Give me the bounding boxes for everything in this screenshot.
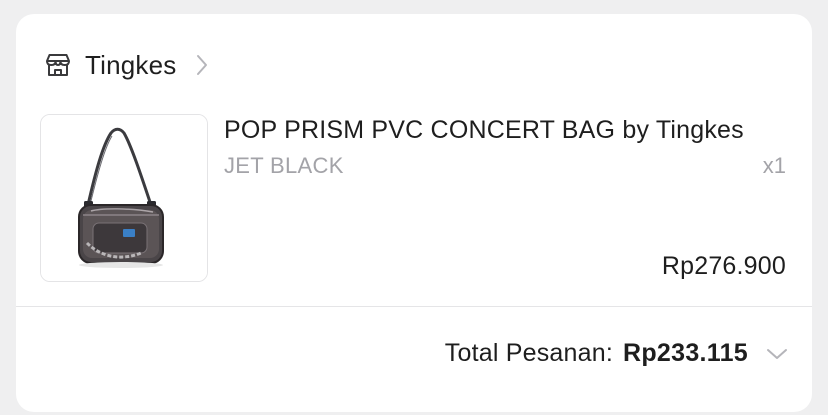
product-price: Rp276.900: [661, 252, 786, 280]
product-image[interactable]: [40, 114, 208, 282]
total-label: Total Pesanan:: [444, 339, 613, 367]
order-total-row[interactable]: Total Pesanan: Rp233.115: [445, 339, 790, 368]
order-card[interactable]: Tingkes POP PRISM PVC CONCERT BAG by Tin…: [16, 14, 812, 412]
chevron-down-icon[interactable]: [766, 346, 790, 362]
product-variant: JET BLACK: [224, 153, 344, 178]
shop-name[interactable]: Tingkes: [85, 50, 176, 81]
chevron-right-icon[interactable]: [196, 53, 210, 77]
total-value: Rp233.115: [622, 339, 748, 367]
divider: [16, 306, 812, 307]
store-icon: [44, 51, 72, 79]
shop-header[interactable]: Tingkes: [44, 50, 210, 80]
shoulder-bag-image: [41, 115, 207, 281]
product-quantity: x1: [762, 153, 786, 178]
product-title[interactable]: POP PRISM PVC CONCERT BAG by Tingkes: [224, 116, 788, 145]
